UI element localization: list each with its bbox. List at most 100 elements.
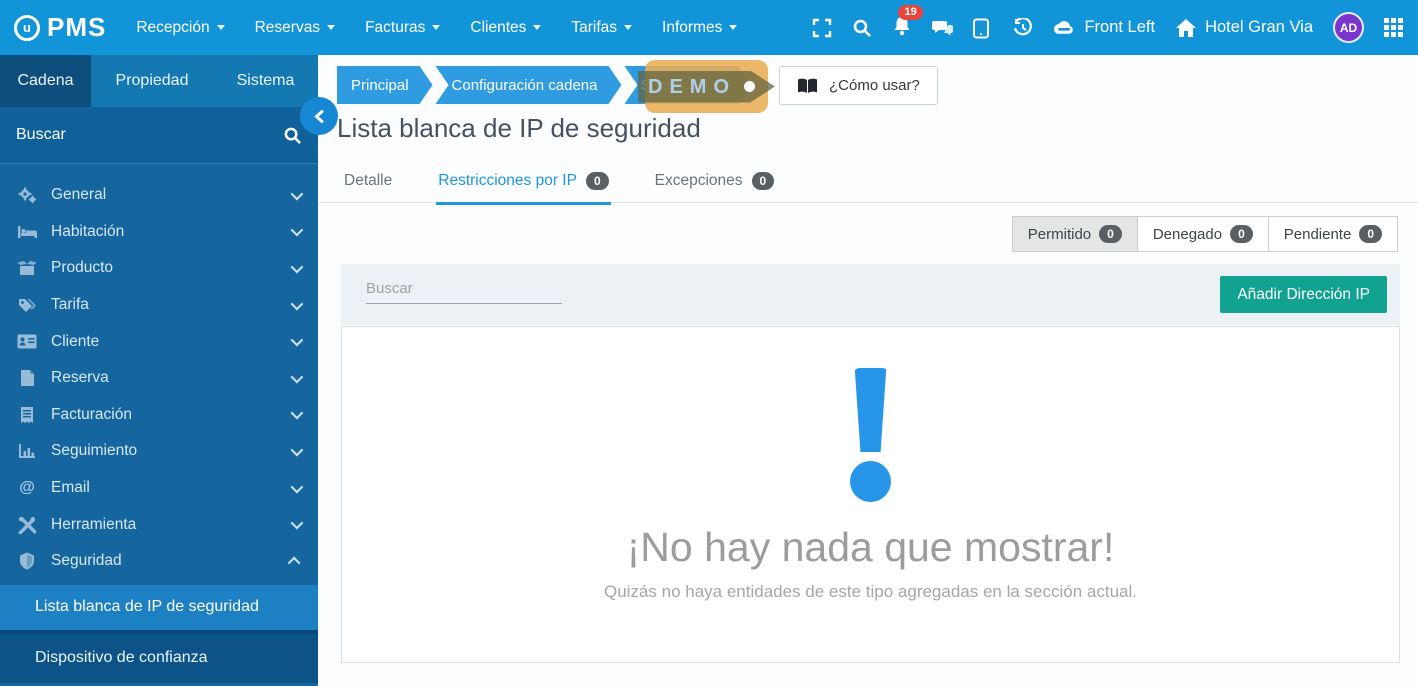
chat-icon[interactable] — [932, 18, 952, 38]
sidebar-item-cliente[interactable]: Cliente — [0, 323, 318, 360]
list-search-input[interactable] — [366, 280, 565, 297]
sidebar-tabs: Cadena Propiedad Sistema — [0, 55, 318, 107]
fullscreen-icon[interactable] — [812, 18, 832, 38]
tools-icon — [16, 515, 38, 535]
gears-icon — [16, 185, 38, 205]
chevron-down-icon — [291, 261, 304, 274]
tablet-icon[interactable] — [972, 18, 992, 38]
apps-grid-icon[interactable] — [1384, 18, 1404, 38]
chevron-down-icon — [291, 188, 304, 201]
sidebar-item-email[interactable]: @ Email — [0, 470, 318, 507]
list-toolbar: Añadir Dirección IP — [341, 264, 1400, 325]
logo-text: PMS — [47, 12, 106, 43]
tab-restricciones-por-ip[interactable]: Restricciones por IP 0 — [436, 167, 610, 205]
chevron-down-icon — [533, 25, 541, 30]
how-to-use-button[interactable]: ¿Cómo usar? — [779, 66, 938, 105]
logo-circle-icon: u — [14, 15, 40, 41]
chevron-down-icon — [291, 370, 304, 383]
main-content: Principal Configuración cadena Seguridad… — [318, 55, 1418, 686]
sidebar-item-dispositivo-confianza[interactable]: Dispositivo de confianza — [0, 634, 318, 683]
add-ip-address-button[interactable]: Añadir Dirección IP — [1220, 276, 1387, 313]
cloud-icon — [1052, 19, 1076, 37]
chevron-down-icon — [291, 480, 304, 493]
shield-icon — [16, 551, 38, 571]
app-logo[interactable]: u PMS — [14, 12, 106, 43]
sidebar-item-reserva[interactable]: Reserva — [0, 360, 318, 397]
notification-count-badge: 19 — [898, 5, 922, 20]
property-label: Hotel Gran Via — [1205, 18, 1313, 37]
sidebar-item-seguimiento[interactable]: Seguimiento — [0, 433, 318, 470]
chevron-down-icon — [327, 25, 335, 30]
breadcrumb-configuracion-cadena[interactable]: Configuración cadena — [436, 66, 622, 104]
sidebar-item-tarifa[interactable]: Tarifa — [0, 287, 318, 324]
tab-count-badge: 0 — [752, 172, 775, 190]
nav-tarifas[interactable]: Tarifas — [571, 19, 632, 37]
notifications-bell-icon[interactable]: 19 — [892, 15, 912, 41]
property-selector[interactable]: Hotel Gran Via — [1175, 18, 1313, 38]
exclamation-dot-icon — [850, 461, 891, 502]
chevron-down-icon — [291, 407, 304, 420]
sidebar-tab-cadena[interactable]: Cadena — [0, 55, 91, 107]
top-navigation: Recepción Reservas Facturas Clientes Tar… — [136, 19, 737, 37]
seguridad-submenu: Lista blanca de IP de seguridad Disposit… — [0, 585, 318, 683]
filter-denegado-button[interactable]: Denegado 0 — [1137, 216, 1269, 252]
nav-recepcion[interactable]: Recepción — [136, 19, 224, 37]
filter-count-badge: 0 — [1099, 225, 1122, 243]
chevron-left-icon — [313, 110, 326, 123]
breadcrumb-seguridad-ip[interactable]: Seguridad IP — [624, 66, 751, 104]
receipt-icon — [16, 405, 38, 425]
chevron-down-icon — [291, 334, 304, 347]
filter-pendiente-button[interactable]: Pendiente 0 — [1268, 216, 1398, 252]
filter-count-badge: 0 — [1359, 225, 1382, 243]
nav-clientes[interactable]: Clientes — [470, 19, 541, 37]
tab-detalle[interactable]: Detalle — [342, 167, 394, 205]
bar-chart-icon — [16, 441, 38, 461]
chevron-down-icon — [217, 25, 225, 30]
bed-icon — [16, 222, 38, 242]
tab-count-badge: 0 — [586, 172, 609, 190]
tags-icon — [16, 295, 38, 315]
box-icon — [16, 258, 38, 278]
empty-state-title: ¡No hay nada que mostrar! — [627, 524, 1115, 571]
sidebar-tab-sistema[interactable]: Sistema — [213, 55, 318, 107]
search-icon[interactable] — [283, 126, 302, 145]
status-filter-group: Permitido 0 Denegado 0 Pendiente 0 — [1013, 216, 1398, 252]
chevron-down-icon — [291, 224, 304, 237]
sidebar-search-input[interactable] — [16, 126, 283, 144]
sidebar-item-facturacion[interactable]: Facturación — [0, 397, 318, 434]
sidebar-item-herramienta[interactable]: Herramienta — [0, 506, 318, 543]
breadcrumb: Principal Configuración cadena Seguridad… — [337, 66, 754, 104]
chevron-down-icon — [291, 297, 304, 310]
sidebar-tab-propiedad[interactable]: Propiedad — [91, 55, 213, 107]
sidebar: Cadena Propiedad Sistema General Habitac… — [0, 55, 318, 686]
chevron-down-icon — [291, 517, 304, 530]
front-office-selector[interactable]: Front Left — [1052, 18, 1155, 37]
nav-facturas[interactable]: Facturas — [365, 19, 440, 37]
sidebar-collapse-button[interactable] — [300, 97, 338, 135]
sidebar-item-lista-blanca-ip[interactable]: Lista blanca de IP de seguridad — [0, 585, 318, 630]
user-avatar[interactable]: AD — [1333, 12, 1364, 43]
chevron-down-icon — [432, 25, 440, 30]
sidebar-item-general[interactable]: General — [0, 177, 318, 214]
nav-informes[interactable]: Informes — [662, 19, 737, 37]
list-search — [366, 279, 562, 304]
front-office-label: Front Left — [1084, 18, 1155, 37]
nav-reservas[interactable]: Reservas — [255, 19, 335, 37]
filter-count-badge: 0 — [1230, 225, 1253, 243]
sidebar-item-producto[interactable]: Producto — [0, 250, 318, 287]
sidebar-menu: General Habitación Producto Tarifa Clien… — [0, 164, 318, 683]
sidebar-item-habitacion[interactable]: Habitación — [0, 214, 318, 251]
breadcrumb-principal[interactable]: Principal — [337, 66, 433, 104]
content-tabs: Detalle Restricciones por IP 0 Excepcion… — [318, 167, 1418, 203]
home-icon — [1175, 18, 1197, 38]
top-bar: u PMS Recepción Reservas Facturas Client… — [0, 0, 1418, 55]
search-icon[interactable] — [852, 18, 872, 38]
sidebar-item-seguridad[interactable]: Seguridad — [0, 543, 318, 580]
chevron-down-icon — [624, 25, 632, 30]
history-icon[interactable] — [1012, 18, 1032, 38]
at-icon: @ — [16, 478, 38, 498]
id-card-icon — [16, 332, 38, 352]
exclamation-icon — [853, 368, 889, 452]
filter-permitido-button[interactable]: Permitido 0 — [1012, 216, 1138, 252]
tab-excepciones[interactable]: Excepciones 0 — [653, 167, 777, 205]
